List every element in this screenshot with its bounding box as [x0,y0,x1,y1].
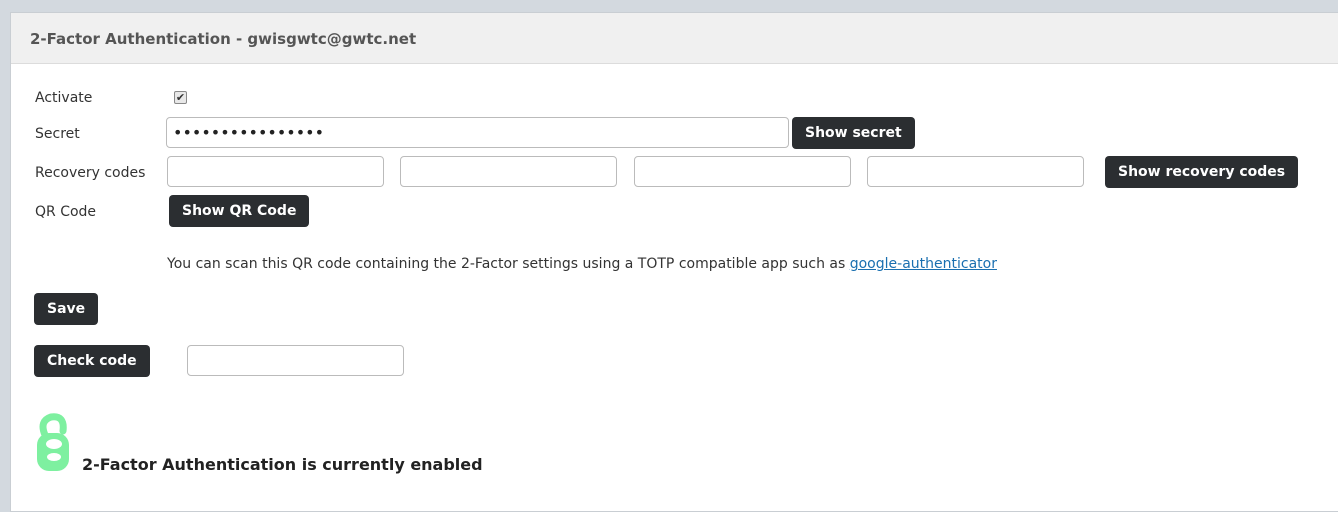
panel-header: 2-Factor Authentication - gwisgwtc@gwtc.… [11,13,1338,64]
qr-code-label: QR Code [35,204,97,220]
show-secret-button[interactable]: Show secret [792,117,915,149]
secret-input[interactable] [166,117,789,148]
two-factor-panel: 2-Factor Authentication - gwisgwtc@gwtc.… [10,12,1338,512]
save-button[interactable]: Save [34,293,99,325]
qr-info-text: You can scan this QR code containing the… [167,256,997,272]
lock-icon [37,413,69,471]
show-qr-code-button[interactable]: Show QR Code [169,195,310,227]
check-code-input[interactable] [187,345,404,376]
secret-label: Secret [35,126,80,142]
google-authenticator-link[interactable]: google-authenticator [850,256,997,272]
check-code-button[interactable]: Check code [34,345,150,377]
status-message: 2-Factor Authentication is currently ena… [82,455,483,474]
recovery-code-field-2[interactable] [400,156,617,187]
activate-label: Activate [35,90,93,106]
recovery-code-field-1[interactable] [167,156,384,187]
qr-info-message: You can scan this QR code containing the… [167,256,850,272]
show-recovery-codes-button[interactable]: Show recovery codes [1105,156,1299,188]
activate-checkbox[interactable]: ✔ [174,91,187,104]
recovery-codes-label: Recovery codes [35,165,146,181]
recovery-code-field-3[interactable] [634,156,851,187]
recovery-code-field-4[interactable] [867,156,1084,187]
panel-title: 2-Factor Authentication - gwisgwtc@gwtc.… [30,30,417,48]
